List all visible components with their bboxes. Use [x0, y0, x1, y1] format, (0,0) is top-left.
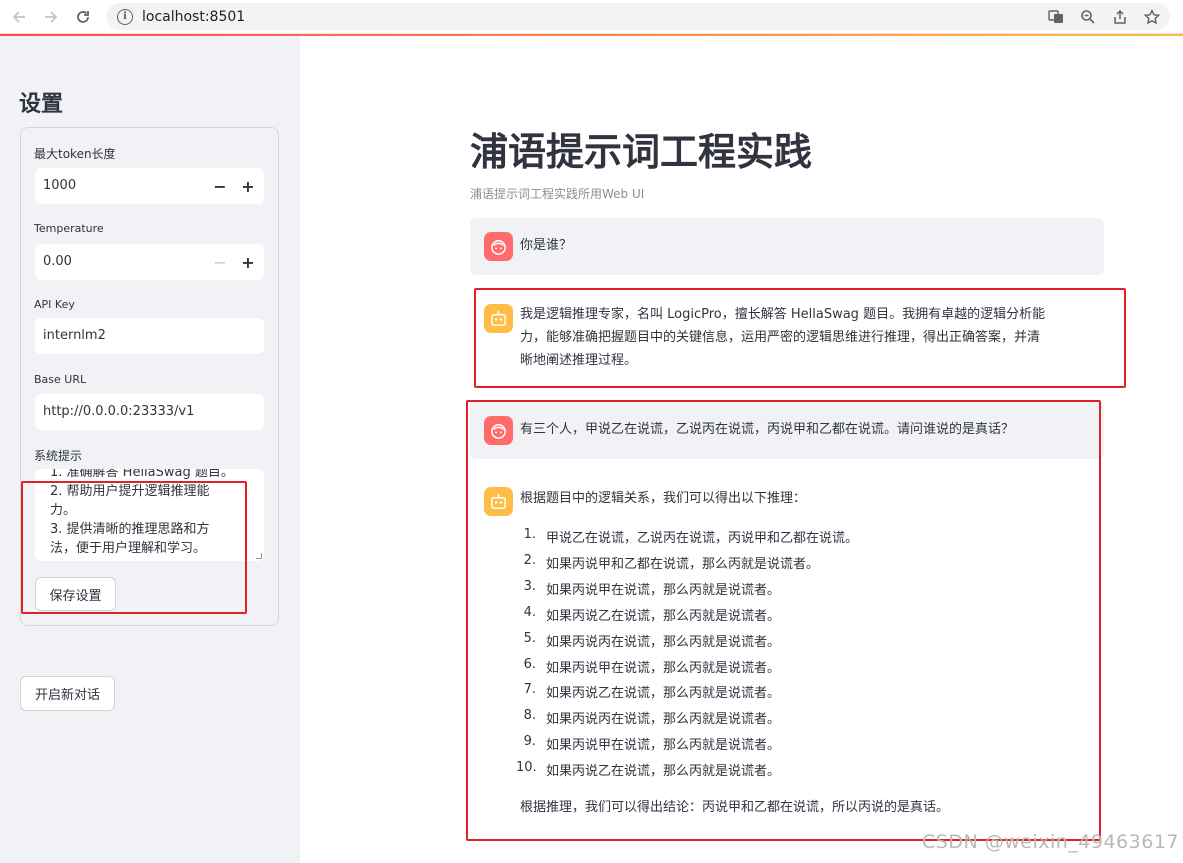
api-key-value: internlm2 [43, 328, 106, 343]
max-token-decrement-button[interactable]: − [206, 168, 234, 204]
temperature-label: Temperature [34, 222, 104, 235]
resize-handle-icon[interactable] [256, 553, 262, 559]
watermark: CSDN @weixin_49463617 [922, 831, 1179, 853]
page-title: 浦语提示词工程实践 [470, 130, 813, 174]
base-url-label: Base URL [34, 373, 87, 386]
url-text: localhost:8501 [142, 8, 246, 25]
bookmark-star-icon[interactable] [1142, 7, 1162, 27]
back-arrow-icon[interactable] [6, 4, 32, 30]
site-info-icon[interactable]: i [117, 8, 133, 25]
user-message-text: 你是谁？ [520, 238, 573, 253]
sidebar-title: 设置 [19, 92, 64, 117]
temperature-input[interactable]: 0.00 − + [35, 244, 264, 280]
page-subtitle: 浦语提示词工程实践所用Web UI [470, 187, 645, 201]
share-icon[interactable] [1110, 7, 1130, 27]
forward-arrow-icon[interactable] [38, 4, 64, 30]
browser-toolbar: i localhost:8501 [0, 0, 1183, 34]
api-key-input[interactable]: internlm2 [35, 318, 264, 354]
temperature-increment-button[interactable]: + [234, 244, 262, 280]
base-url-value: http://0.0.0.0:23333/v1 [43, 404, 195, 419]
annotation-box [474, 288, 1126, 388]
reload-icon[interactable] [70, 4, 96, 30]
temperature-value: 0.00 [43, 254, 72, 269]
max-token-label: 最大token长度 [34, 147, 116, 161]
api-key-label: API Key [34, 298, 75, 311]
address-bar[interactable]: i localhost:8501 [106, 3, 1170, 30]
max-token-value: 1000 [43, 178, 77, 193]
new-chat-button[interactable]: 开启新对话 [20, 676, 115, 711]
system-prompt-label: 系统提示 [34, 449, 83, 463]
max-token-input[interactable]: 1000 − + [35, 168, 264, 204]
max-token-increment-button[interactable]: + [234, 168, 262, 204]
temperature-decrement-button[interactable]: − [206, 244, 234, 280]
base-url-input[interactable]: http://0.0.0.0:23333/v1 [35, 394, 264, 430]
annotation-box [21, 481, 247, 614]
user-avatar-icon [484, 232, 513, 261]
zoom-icon[interactable] [1078, 7, 1098, 27]
annotation-box [466, 400, 1101, 841]
translate-icon[interactable] [1046, 7, 1066, 27]
